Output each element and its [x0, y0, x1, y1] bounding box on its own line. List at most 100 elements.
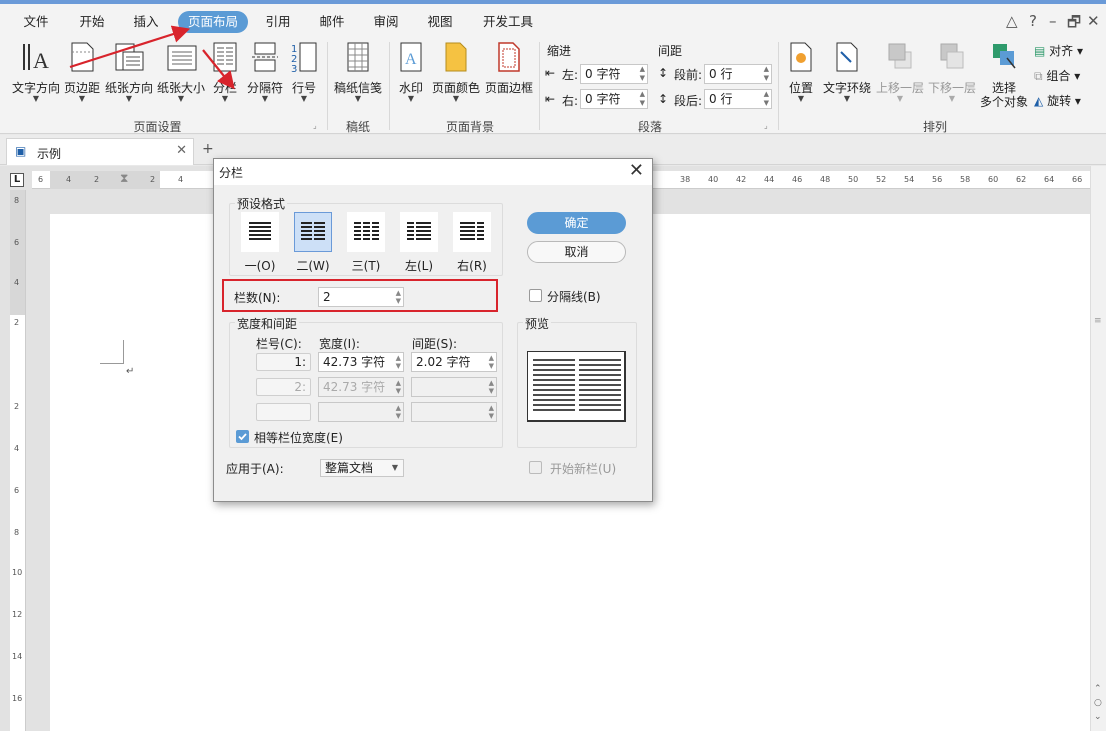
- paper-size-icon: [167, 45, 197, 71]
- spacing-after-input[interactable]: 0 行 ▲ ▼: [704, 89, 772, 109]
- chevron-down-icon: ▼: [391, 463, 398, 472]
- spinner-arrows-icon[interactable]: ▲ ▼: [396, 354, 401, 370]
- ruler-tick-label: 6: [38, 175, 44, 184]
- tab-mailings[interactable]: 邮件: [312, 11, 352, 33]
- tab-references[interactable]: 引用: [258, 11, 298, 33]
- close-icon[interactable]: ✕: [1087, 12, 1100, 30]
- indent-left-input[interactable]: 0 字符 ▲ ▼: [580, 64, 648, 84]
- divider-checkbox[interactable]: [529, 289, 542, 302]
- size-button[interactable]: 纸张大小 ▼: [155, 38, 207, 108]
- ruler-tick-label: 44: [764, 175, 775, 184]
- chevron-down-icon: ▼: [896, 94, 904, 103]
- position-button[interactable]: 位置 ▼: [784, 38, 818, 108]
- tab-developer[interactable]: 开发工具: [478, 11, 538, 33]
- column-1-width-input[interactable]: 42.73 字符 ▲ ▼: [318, 352, 404, 372]
- help-icon[interactable]: ?: [1029, 12, 1037, 30]
- vertical-scrollbar[interactable]: ≡ ⌃ ○ ⌄: [1090, 166, 1106, 731]
- ruler-margin: [10, 190, 25, 315]
- tab-review[interactable]: 审阅: [366, 11, 406, 33]
- document-tab[interactable]: ▣ 示例 ✕: [6, 138, 194, 165]
- document-icon: ▣: [15, 144, 27, 158]
- ruler-tick-label: 40: [708, 175, 719, 184]
- chevron-down-icon: ▼: [78, 94, 86, 103]
- preset-two-button[interactable]: [294, 212, 332, 252]
- dialog-close-icon[interactable]: ✕: [629, 160, 644, 181]
- ruler-tick-label: 12: [12, 610, 23, 619]
- new-column-checkbox: [529, 461, 542, 474]
- select-objects-button[interactable]: 选择 多个对象: [978, 38, 1030, 109]
- watermark-button[interactable]: A 水印 ▼: [393, 38, 429, 108]
- page-border-button[interactable]: 页面边框: [483, 38, 535, 108]
- collapse-ribbon-icon[interactable]: △: [1006, 12, 1018, 30]
- apply-to-select[interactable]: 整篇文档 ▼: [320, 459, 404, 477]
- breaks-icon: [252, 42, 278, 72]
- columns-button[interactable]: 分栏 ▼: [208, 38, 242, 108]
- ruler-tick-label: 46: [792, 175, 803, 184]
- bring-forward-icon: [888, 43, 912, 69]
- new-tab-button[interactable]: +: [202, 141, 214, 157]
- page-background-group-label: 页面背景: [445, 120, 494, 134]
- ruler-tick-label: 6: [14, 486, 20, 495]
- ruler-tick-label: 62: [1016, 175, 1027, 184]
- preset-left-button[interactable]: [400, 212, 438, 252]
- ok-button[interactable]: 确定: [527, 212, 626, 234]
- preset-right-button[interactable]: [453, 212, 491, 252]
- group-objects-button[interactable]: ⧉ 组合 ▾: [1034, 67, 1080, 84]
- tab-page-layout[interactable]: 页面布局: [178, 11, 248, 33]
- svg-text:A: A: [33, 48, 49, 73]
- ruler-tick-label: 16: [12, 694, 23, 703]
- prev-page-icon[interactable]: ⌃: [1094, 684, 1102, 694]
- close-tab-icon[interactable]: ✕: [176, 143, 187, 158]
- minimize-icon[interactable]: –: [1049, 12, 1057, 30]
- tab-insert[interactable]: 插入: [126, 11, 166, 33]
- page-color-button[interactable]: 页面颜色 ▼: [430, 38, 482, 108]
- arrange-group-label: 排列: [922, 120, 947, 134]
- group-divider: [327, 42, 328, 130]
- ruler-tick-label: 50: [848, 175, 859, 184]
- margins-button[interactable]: 页边距 ▼: [62, 38, 102, 108]
- spacing-before-input[interactable]: 0 行 ▲ ▼: [704, 64, 772, 84]
- bring-forward-button[interactable]: 上移一层 ▼: [874, 38, 926, 108]
- highlight-box: [222, 279, 498, 312]
- spinner-arrows-icon[interactable]: ▲ ▼: [489, 354, 494, 370]
- preset-three-button[interactable]: [347, 212, 385, 252]
- spinner-arrows-icon[interactable]: ▲ ▼: [764, 65, 769, 83]
- rotate-button[interactable]: ◭ 旋转 ▾: [1034, 92, 1081, 109]
- text-direction-button[interactable]: A 文字方向 ▼: [10, 38, 62, 108]
- align-button[interactable]: ▤ 对齐 ▾: [1034, 42, 1083, 59]
- chevron-down-icon: ▼: [354, 94, 362, 103]
- equal-width-checkbox[interactable]: [236, 430, 249, 443]
- send-backward-button[interactable]: 下移一层 ▼: [927, 38, 977, 108]
- column-1-spacing-input[interactable]: 2.02 字符 ▲ ▼: [411, 352, 497, 372]
- dialog-launcher-icon[interactable]: ⌟: [764, 121, 768, 130]
- tab-file[interactable]: 文件: [16, 11, 56, 33]
- spinner-arrows-icon[interactable]: ▲ ▼: [764, 90, 769, 108]
- indent-marker-icon[interactable]: ⧗: [120, 171, 128, 186]
- ribbon: A 文字方向 ▼ 页边距 ▼ 纸张方向 ▼ 纸张大小 ▼ 分栏 ▼ 分隔符 ▼ 123 行号…: [0, 38, 1106, 134]
- watermark-icon: A: [400, 42, 422, 72]
- next-page-icon[interactable]: ⌄: [1094, 712, 1102, 722]
- group-divider: [389, 42, 390, 130]
- chevron-down-icon: ▼: [300, 94, 308, 103]
- indent-right-input[interactable]: 0 字符 ▲ ▼: [580, 89, 648, 109]
- ruler-tick-label: 2: [94, 175, 100, 184]
- preset-left-label: 左(L): [404, 259, 434, 273]
- cancel-button[interactable]: 取消: [527, 241, 626, 263]
- column-3-width-input: ▲ ▼: [318, 402, 404, 422]
- dialog-launcher-icon[interactable]: ⌟: [313, 121, 317, 130]
- spinner-arrows-icon[interactable]: ▲ ▼: [640, 65, 645, 83]
- orientation-button[interactable]: 纸张方向 ▼: [103, 38, 155, 108]
- manuscript-button[interactable]: 稿纸信笺 ▼: [331, 38, 385, 108]
- wrap-text-button[interactable]: 文字环绕 ▼: [821, 38, 873, 108]
- restore-icon[interactable]: 🗗: [1067, 12, 1081, 37]
- preset-right-label: 右(R): [457, 259, 487, 273]
- tab-stop-selector[interactable]: L: [10, 173, 24, 187]
- spacing-before-label: 段前:: [674, 68, 703, 82]
- breaks-button[interactable]: 分隔符 ▼: [245, 38, 285, 108]
- spinner-arrows-icon[interactable]: ▲ ▼: [640, 90, 645, 108]
- line-numbers-button[interactable]: 123 行号 ▼: [287, 38, 321, 108]
- tab-view[interactable]: 视图: [420, 11, 460, 33]
- preset-one-button[interactable]: [241, 212, 279, 252]
- select-browse-icon[interactable]: ○: [1094, 698, 1102, 708]
- tab-home[interactable]: 开始: [72, 11, 112, 33]
